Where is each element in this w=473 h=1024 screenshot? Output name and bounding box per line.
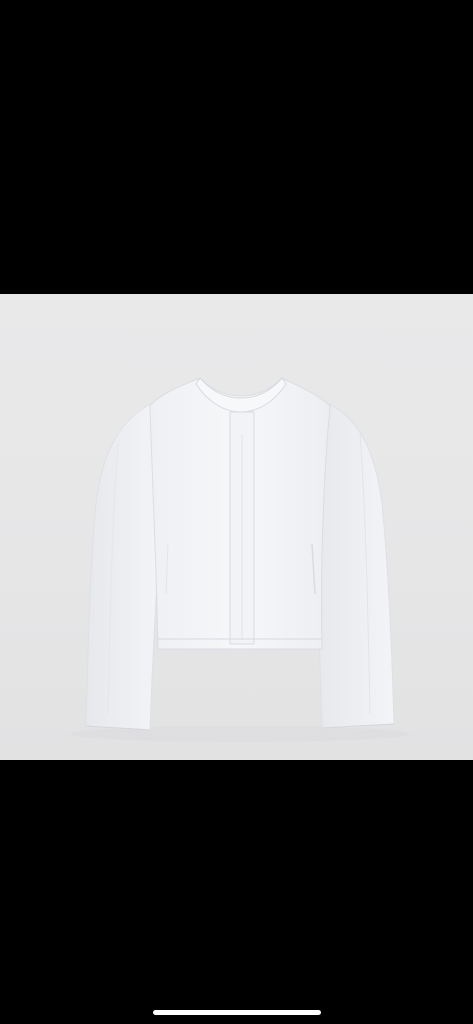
left-sleeve: [85, 403, 161, 731]
home-indicator[interactable]: [153, 1010, 321, 1015]
image-viewer: [0, 0, 473, 1024]
jacket-illustration: [70, 377, 410, 742]
right-sleeve: [315, 403, 395, 729]
product-photo[interactable]: [0, 294, 473, 760]
